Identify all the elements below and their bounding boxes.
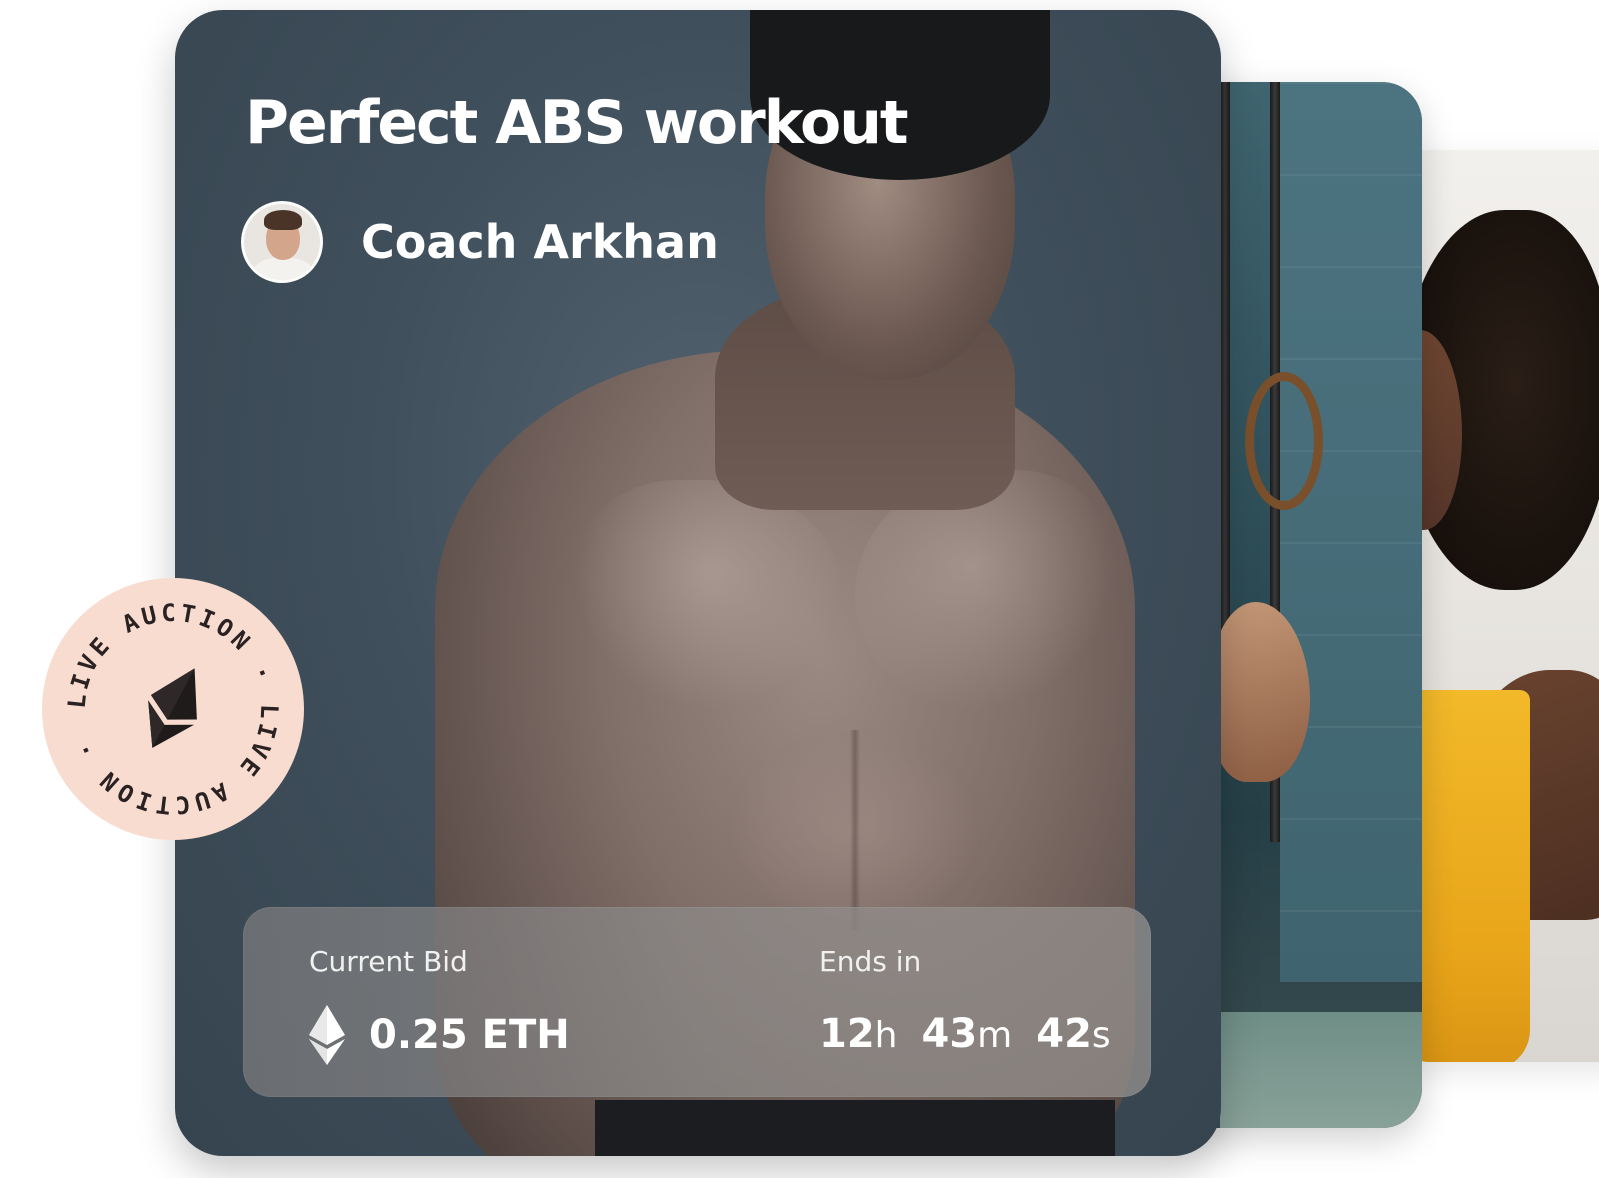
- countdown-minutes: 43m: [922, 1011, 1013, 1057]
- ends-in-label: Ends in: [819, 945, 922, 978]
- live-auction-badge-graphic: LIVE AUCTION · LIVE AUCTION ·: [42, 578, 304, 840]
- countdown-number: 12: [819, 1011, 875, 1057]
- bid-amount: 0.25 ETH: [369, 1012, 570, 1058]
- avatar-hair: [264, 210, 302, 230]
- coach-avatar[interactable]: [241, 201, 323, 283]
- countdown-unit: m: [977, 1015, 1013, 1056]
- countdown-unit: h: [874, 1015, 898, 1056]
- countdown-number: 43: [921, 1011, 978, 1057]
- countdown-unit: s: [1091, 1015, 1111, 1056]
- nft-auction-showcase: Perfect ABS workout Coach Arkhan Current…: [0, 0, 1599, 1178]
- current-bid-label: Current Bid: [309, 945, 468, 978]
- avatar-body: [252, 258, 314, 280]
- countdown-hours: 12h: [819, 1011, 898, 1057]
- ethereum-icon: [309, 1005, 345, 1065]
- countdown-seconds: 42s: [1036, 1011, 1110, 1057]
- photo-waistband: [595, 1100, 1115, 1156]
- coach-name[interactable]: Coach Arkhan: [361, 215, 719, 269]
- countdown-timer: 12h 43m 42s: [819, 1011, 1135, 1057]
- bid-panel: Current Bid Ends in 0.25 ETH 12h 43m 42s: [243, 907, 1151, 1097]
- card-title: Perfect ABS workout: [245, 88, 909, 158]
- photo-floor: [1220, 1012, 1422, 1128]
- photo-wall-tiles: [1280, 82, 1422, 982]
- live-auction-badge[interactable]: LIVE AUCTION · LIVE AUCTION ·: [40, 576, 306, 842]
- coach-info[interactable]: Coach Arkhan: [241, 198, 719, 286]
- countdown-number: 42: [1036, 1011, 1092, 1057]
- photo-gym-ring: [1245, 372, 1323, 510]
- photo-abs: [725, 730, 985, 930]
- workout-card-main[interactable]: Perfect ABS workout Coach Arkhan Current…: [175, 10, 1221, 1156]
- current-bid-value: 0.25 ETH: [309, 1003, 570, 1067]
